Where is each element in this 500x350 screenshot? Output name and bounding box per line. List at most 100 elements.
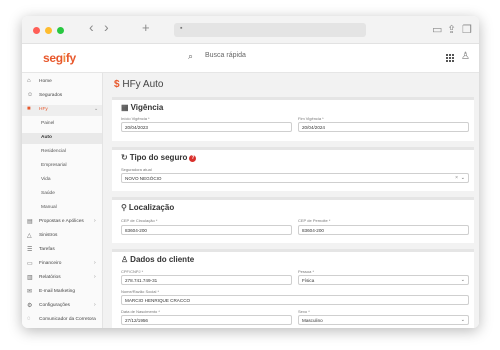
- nome-razao-field[interactable]: MARCIO HENRIQUE CRACCO: [121, 295, 469, 305]
- sidebar-item-home[interactable]: ⌂ Home: [22, 77, 102, 88]
- sidebar-item-label: Tarefas: [39, 247, 55, 252]
- sidebar-subitem-label: Auto: [41, 135, 52, 140]
- seguradora-atual-select[interactable]: NOVO NEGÓCIO × ⌄: [121, 173, 469, 183]
- vigencia-card: ▦ Vigência Início Vigência * 20/04/2023 F…: [112, 97, 474, 141]
- chevron-right-icon: ›: [94, 218, 96, 224]
- new-tab-icon[interactable]: +: [142, 21, 150, 35]
- localizacao-card: ⚲ Localização CEP de Circulação * 83604-2…: [112, 197, 474, 243]
- cpf-cnpj-field[interactable]: 278.741.749-31: [121, 275, 292, 285]
- sidebar-item-label: Propostas e Apólices: [39, 219, 84, 224]
- apps-grid-icon[interactable]: [446, 54, 454, 62]
- sidebar-subitem-saude[interactable]: Saúde: [22, 189, 102, 200]
- back-icon[interactable]: ‹: [89, 20, 94, 34]
- sidebar-item-hfy[interactable]: ■ HFy ⌄: [22, 105, 102, 116]
- chevron-down-icon[interactable]: ⌄: [461, 317, 465, 323]
- refresh-icon: ↻: [121, 153, 128, 162]
- cpf-cnpj-label: CPF/CNPJ *: [121, 269, 144, 274]
- sidebar-item-sinistros[interactable]: △ Sinistros: [22, 231, 102, 242]
- tipo-seguro-card: ↻ Tipo do seguro? Seguradora atual NOVO N…: [112, 147, 474, 191]
- inicio-vigencia-field[interactable]: 20/04/2023: [121, 122, 292, 132]
- sidebar-subitem-painel[interactable]: Painel: [22, 119, 102, 130]
- search-input[interactable]: Busca rápida: [205, 52, 246, 59]
- sidebar-item-label: Financeiro: [39, 261, 62, 266]
- chat-icon: ◌: [27, 316, 31, 322]
- pessoa-label: Pessoa *: [298, 269, 315, 274]
- forward-icon[interactable]: ›: [104, 20, 109, 34]
- dollar-icon: $: [114, 79, 120, 90]
- sidebar-item-label: Sinistros: [39, 233, 58, 238]
- hfy-icon: ■: [27, 106, 31, 112]
- sidebar-subitem-auto[interactable]: Auto: [22, 133, 102, 144]
- people-icon: ☺: [27, 92, 34, 98]
- sidebar-item-label: Comunicador da Corretora: [39, 317, 96, 322]
- fim-vigencia-field[interactable]: 20/04/2024: [298, 122, 469, 132]
- chevron-down-icon[interactable]: ⌄: [461, 175, 465, 181]
- sidebar-item-configuracoes[interactable]: ⚙ Configurações ›: [22, 301, 102, 312]
- sexo-select[interactable]: Masculino ⌄: [298, 315, 469, 325]
- data-nascimento-label: Data de Nascimento *: [121, 309, 160, 314]
- close-window-button[interactable]: [33, 27, 40, 34]
- localizacao-title: ⚲ Localização: [121, 203, 175, 212]
- app-header: segify ⌕ Busca rápida ♙: [22, 44, 479, 73]
- help-icon[interactable]: ?: [189, 155, 197, 162]
- tasks-icon: ☰: [27, 247, 33, 253]
- chevron-down-icon[interactable]: ⌄: [461, 277, 465, 283]
- sidebar-item-email-marketing[interactable]: ✉ E-mail Marketing: [22, 287, 102, 298]
- cep-pernoite-field[interactable]: 83604-200: [298, 225, 469, 235]
- sidebar-subitem-label: Vida: [41, 177, 51, 182]
- main-content: $ HFy Auto ▦ Vigência Início Vigência * 2…: [103, 73, 479, 328]
- dados-cliente-card: ♙ Dados do cliente CPF/CNPJ * 278.741.749…: [112, 249, 474, 328]
- pessoa-select[interactable]: Física ⌄: [298, 275, 469, 285]
- email-icon: ✉: [27, 289, 33, 295]
- sidebar-subitem-residencial[interactable]: Residencial: [22, 147, 102, 158]
- sidebar-item-comunicador[interactable]: ◌ Comunicador da Corretora: [22, 315, 102, 326]
- sidebar-item-relatorios[interactable]: ▥ Relatórios ›: [22, 273, 102, 284]
- report-icon: ▥: [27, 275, 33, 281]
- sidebar-subitem-manual[interactable]: Manual: [22, 203, 102, 214]
- home-icon: ⌂: [27, 78, 31, 84]
- minimize-window-button[interactable]: [45, 27, 52, 34]
- sidebar-item-financeiro[interactable]: ▭ Financeiro ›: [22, 259, 102, 270]
- page-title: $ HFy Auto: [114, 79, 163, 90]
- tabs-overview-icon[interactable]: ❐: [462, 23, 472, 37]
- cep-pernoite-label: CEP de Pernoite *: [298, 218, 331, 223]
- vigencia-title: ▦ Vigência: [121, 103, 164, 112]
- data-nascimento-field[interactable]: 27/12/1956: [121, 315, 292, 325]
- sidebar-item-propostas[interactable]: ▤ Propostas e Apólices ›: [22, 217, 102, 228]
- sidebar-subitem-empresarial[interactable]: Empresarial: [22, 161, 102, 172]
- search-icon: ⌕: [188, 51, 194, 61]
- maximize-window-button[interactable]: [57, 27, 64, 34]
- sidebar-item-label: E-mail Marketing: [39, 289, 75, 294]
- nome-razao-label: Nome/Razão Social *: [121, 289, 160, 294]
- reader-icon[interactable]: ▭: [432, 23, 442, 37]
- calendar-icon: ▦: [121, 103, 129, 112]
- browser-titlebar: ‹ › + ▪ ▭ ⇪ ❐: [22, 16, 479, 44]
- sidebar-item-label: Relatórios: [39, 275, 61, 280]
- page-title-text: HFy Auto: [122, 79, 164, 90]
- segfy-logo[interactable]: segify: [43, 51, 76, 65]
- address-bar[interactable]: ▪: [174, 23, 366, 37]
- sidebar-item-tarefas[interactable]: ☰ Tarefas: [22, 245, 102, 256]
- document-icon: ▤: [27, 219, 33, 225]
- clear-icon[interactable]: ×: [455, 175, 458, 181]
- sidebar-item-label: Segurados: [39, 93, 63, 98]
- sidebar-subitem-label: Residencial: [41, 149, 66, 154]
- browser-window: ‹ › + ▪ ▭ ⇪ ❐ segify ⌕ Busca rápida ♙ ⌂ …: [22, 16, 479, 328]
- sexo-label: Sexo *: [298, 309, 310, 314]
- money-icon: ▭: [27, 261, 33, 267]
- cep-circulacao-field[interactable]: 83604-200: [121, 225, 292, 235]
- warning-icon: △: [27, 233, 32, 239]
- sidebar-item-label: Configurações: [39, 303, 70, 308]
- tipo-seguro-title: ↻ Tipo do seguro?: [121, 153, 197, 162]
- sidebar-item-segurados[interactable]: ☺ Segurados: [22, 91, 102, 102]
- user-icon[interactable]: ♙: [461, 51, 470, 62]
- sidebar-subitem-vida[interactable]: Vida: [22, 175, 102, 186]
- chevron-down-icon: ⌄: [94, 106, 99, 112]
- sidebar-subitem-label: Painel: [41, 121, 55, 126]
- sidebar-subitem-label: Empresarial: [41, 163, 67, 168]
- chevron-right-icon: ›: [94, 260, 96, 266]
- quick-search[interactable]: ⌕ Busca rápida: [186, 50, 362, 65]
- chevron-right-icon: ›: [94, 302, 96, 308]
- share-icon[interactable]: ⇪: [447, 23, 456, 37]
- chevron-right-icon: ›: [94, 274, 96, 280]
